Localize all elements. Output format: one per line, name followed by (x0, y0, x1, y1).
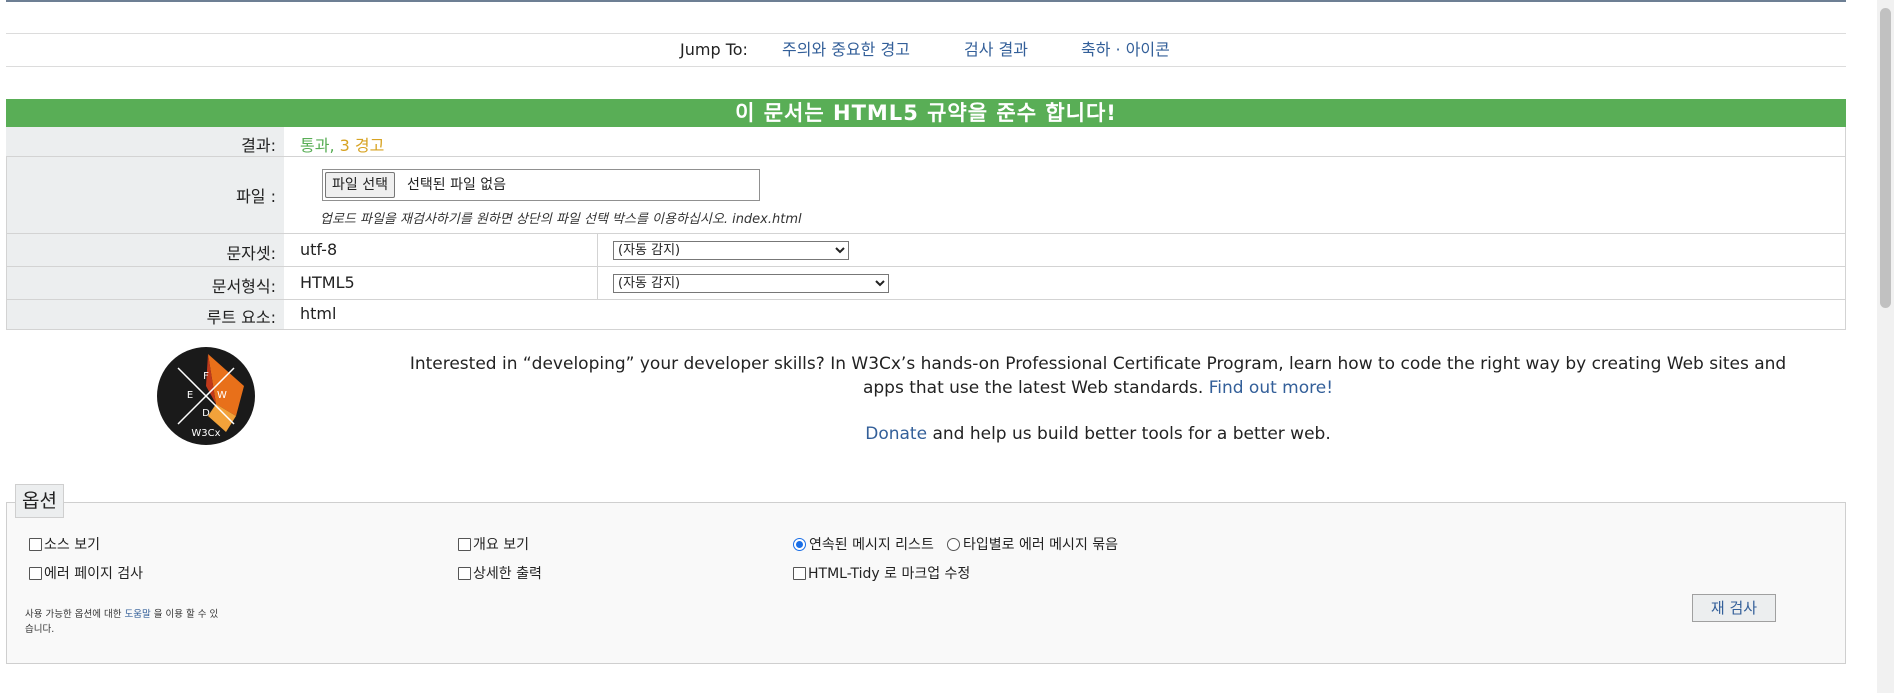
error-pages-checkbox[interactable] (29, 566, 42, 580)
file-hint: 업로드 파일을 재검사하기를 원하면 상단의 파일 선택 박스를 이용하십시오.… (320, 212, 802, 227)
show-source-checkbox[interactable] (29, 537, 42, 551)
tidy-option[interactable]: HTML-Tidy 로 마크업 수정 (793, 563, 970, 583)
donate-link[interactable]: Donate (865, 424, 927, 444)
donate-text: and help us build better tools for a bet… (932, 424, 1331, 444)
recheck-button[interactable]: 재 검사 (1692, 594, 1776, 622)
options-legend[interactable]: 옵션 (15, 484, 64, 518)
top-border (6, 0, 1846, 2)
root-value: html (300, 304, 337, 323)
w3cx-logo-icon[interactable]: F E W D W3Cx (156, 346, 256, 446)
jump-to-label: Jump To: (680, 40, 748, 59)
outline-checkbox[interactable] (458, 537, 471, 551)
svg-text:F: F (203, 371, 209, 382)
verbose-label: 상세한 출력 (473, 566, 542, 582)
doctype-label: 문서형식: (211, 277, 276, 296)
tidy-checkbox[interactable] (793, 566, 806, 580)
doctype-select-cell: (자동 감지) (597, 267, 889, 299)
jump-link-results[interactable]: 검사 결과 (964, 34, 1028, 66)
options-help-note: 사용 가능한 옵션에 대한 도움말 을 이용 할 수 있습니다. (25, 607, 225, 637)
jump-link-congrats[interactable]: 축하 · 아이콘 (1081, 34, 1170, 66)
note-prefix: 사용 가능한 옵션에 대한 (25, 609, 122, 620)
group-option[interactable]: 타입별로 에러 메시지 묶음 (947, 534, 1118, 554)
charset-label-cell: 문자셋: (6, 234, 284, 266)
choose-file-button[interactable]: 파일 선택 (325, 172, 395, 198)
svg-text:E: E (187, 390, 193, 401)
jump-bar: Jump To: 주의와 중요한 경고 검사 결과 축하 · 아이콘 (6, 33, 1846, 67)
find-out-more-link[interactable]: Find out more! (1209, 378, 1333, 398)
root-row: 루트 요소: html (6, 300, 1846, 330)
charset-select[interactable]: (자동 감지) (613, 241, 849, 260)
group-radio[interactable] (947, 537, 960, 551)
group-label: 타입별로 에러 메시지 묶음 (963, 537, 1119, 553)
doctype-label-cell: 문서형식: (6, 267, 284, 299)
root-label: 루트 요소: (206, 308, 276, 327)
sequential-option[interactable]: 연속된 메시지 리스트 (793, 534, 934, 554)
file-row: 파일 : 파일 선택 선택된 파일 없음 업로드 파일을 재검사하기를 원하면 … (6, 157, 1846, 234)
file-label: 파일 : (236, 187, 276, 206)
promo-body: Interested in “developing” your develope… (409, 354, 1787, 398)
tidy-label: HTML-Tidy 로 마크업 수정 (808, 566, 971, 582)
donate-line: Donate and help us build better tools fo… (388, 424, 1808, 444)
charset-select-cell: (자동 감지) (597, 234, 849, 266)
result-warnings: 3 경고 (339, 136, 385, 155)
verbose-option[interactable]: 상세한 출력 (458, 563, 542, 583)
charset-value: utf-8 (300, 240, 338, 259)
promo-text: Interested in “developing” your develope… (388, 352, 1808, 400)
result-label: 결과: (241, 136, 276, 155)
svg-text:D: D (202, 408, 210, 419)
file-status: 선택된 파일 없음 (407, 177, 507, 193)
svg-text:W: W (217, 390, 227, 401)
vertical-scrollbar[interactable] (1877, 0, 1894, 693)
result-row: 결과: 통과, 3 경고 (6, 127, 1846, 157)
sequential-label: 연속된 메시지 리스트 (809, 537, 934, 553)
show-source-label: 소스 보기 (44, 537, 100, 553)
verbose-checkbox[interactable] (458, 566, 471, 580)
error-pages-label: 에러 페이지 검사 (44, 566, 144, 582)
show-source-option[interactable]: 소스 보기 (29, 534, 100, 554)
outline-label: 개요 보기 (473, 537, 529, 553)
file-input[interactable]: 파일 선택 선택된 파일 없음 (322, 169, 760, 201)
error-pages-option[interactable]: 에러 페이지 검사 (29, 563, 143, 583)
sequential-radio[interactable] (793, 537, 806, 551)
result-banner: 이 문서는 HTML5 규약을 준수 합니다! (6, 99, 1846, 127)
file-label-cell: 파일 : (6, 157, 284, 233)
doctype-select[interactable]: (자동 감지) (613, 274, 889, 293)
outline-option[interactable]: 개요 보기 (458, 534, 529, 554)
root-label-cell: 루트 요소: (6, 300, 284, 329)
doctype-row: 문서형식: HTML5 (자동 감지) (6, 267, 1846, 300)
logo-text: W3Cx (191, 428, 220, 439)
options-panel (6, 502, 1846, 664)
scrollbar-thumb[interactable] (1880, 8, 1891, 308)
result-label-cell: 결과: (6, 127, 284, 156)
result-pass: 통과, (300, 136, 335, 155)
jump-link-warnings[interactable]: 주의와 중요한 경고 (782, 34, 910, 66)
doctype-value: HTML5 (300, 273, 355, 292)
result-value: 통과, 3 경고 (300, 132, 384, 156)
help-link[interactable]: 도움말 (125, 609, 151, 620)
charset-row: 문자셋: utf-8 (자동 감지) (6, 234, 1846, 267)
charset-label: 문자셋: (226, 244, 276, 263)
